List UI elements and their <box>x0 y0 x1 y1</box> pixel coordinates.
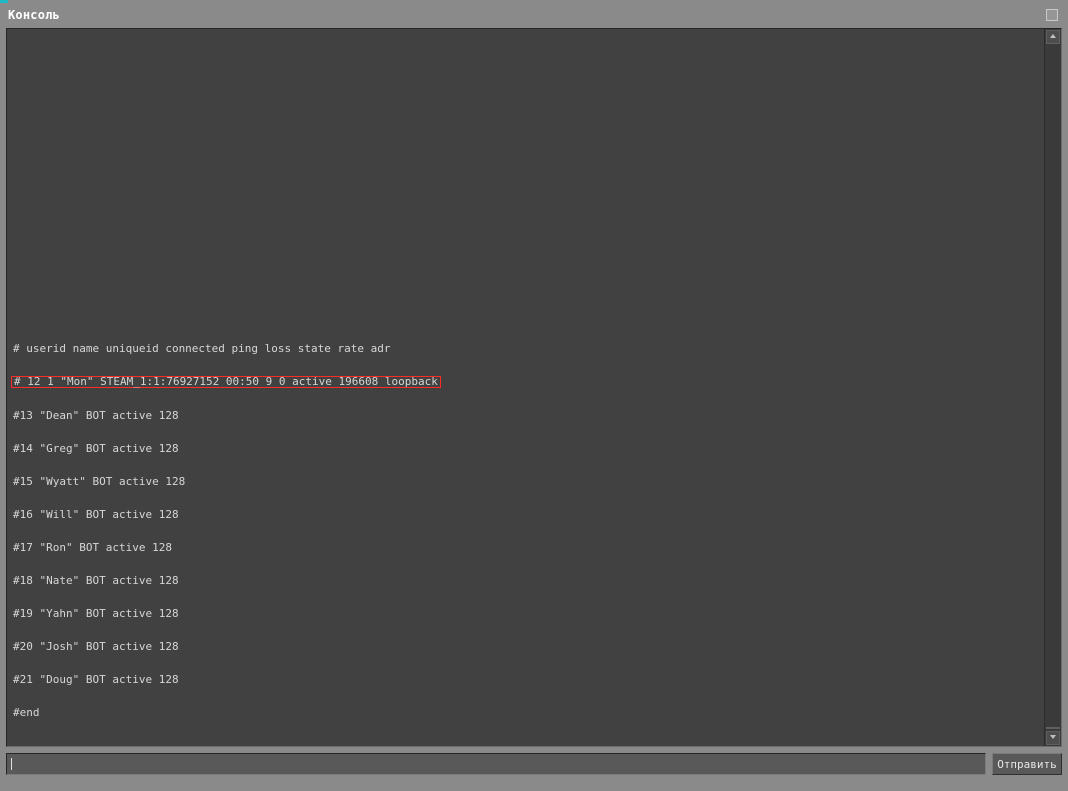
send-button[interactable]: Отправить <box>992 753 1062 775</box>
console-output-panel: # userid name uniqueid connected ping lo… <box>6 28 1062 747</box>
scroll-track[interactable] <box>1045 45 1061 730</box>
console-line-highlighted: # 12 1 "Mon" STEAM_1:1:76927152 00:50 9 … <box>13 376 1038 388</box>
console-line: #20 "Josh" BOT active 128 <box>13 641 1038 652</box>
console-line: #17 "Ron" BOT active 128 <box>13 542 1038 553</box>
console-output: # userid name uniqueid connected ping lo… <box>7 29 1044 746</box>
input-row: Отправить <box>6 753 1062 775</box>
scroll-thumb[interactable] <box>1046 727 1060 729</box>
console-line: #end <box>13 707 1038 718</box>
console-line: #14 "Greg" BOT active 128 <box>13 443 1038 454</box>
console-window: Консоль # userid name uniqueid connected… <box>0 0 1068 791</box>
window-title: Консоль <box>8 8 60 22</box>
scrollbar[interactable] <box>1044 29 1061 746</box>
console-line: #15 "Wyatt" BOT active 128 <box>13 476 1038 487</box>
console-line: #19 "Yahn" BOT active 128 <box>13 608 1038 619</box>
scroll-down-icon[interactable] <box>1046 731 1060 745</box>
close-icon[interactable] <box>1046 9 1058 21</box>
console-input[interactable] <box>6 753 986 775</box>
scroll-up-icon[interactable] <box>1046 30 1060 44</box>
console-line: # userid name uniqueid connected ping lo… <box>13 343 1038 354</box>
console-line: #21 "Doug" BOT active 128 <box>13 674 1038 685</box>
console-line: #16 "Will" BOT active 128 <box>13 509 1038 520</box>
console-line: #18 "Nate" BOT active 128 <box>13 575 1038 586</box>
console-lines: # userid name uniqueid connected ping lo… <box>13 321 1038 740</box>
titlebar: Консоль <box>6 6 1062 28</box>
highlight-box: # 12 1 "Mon" STEAM_1:1:76927152 00:50 9 … <box>11 376 441 388</box>
text-caret <box>11 758 12 770</box>
console-line: #13 "Dean" BOT active 128 <box>13 410 1038 421</box>
accent-strip <box>0 0 8 3</box>
